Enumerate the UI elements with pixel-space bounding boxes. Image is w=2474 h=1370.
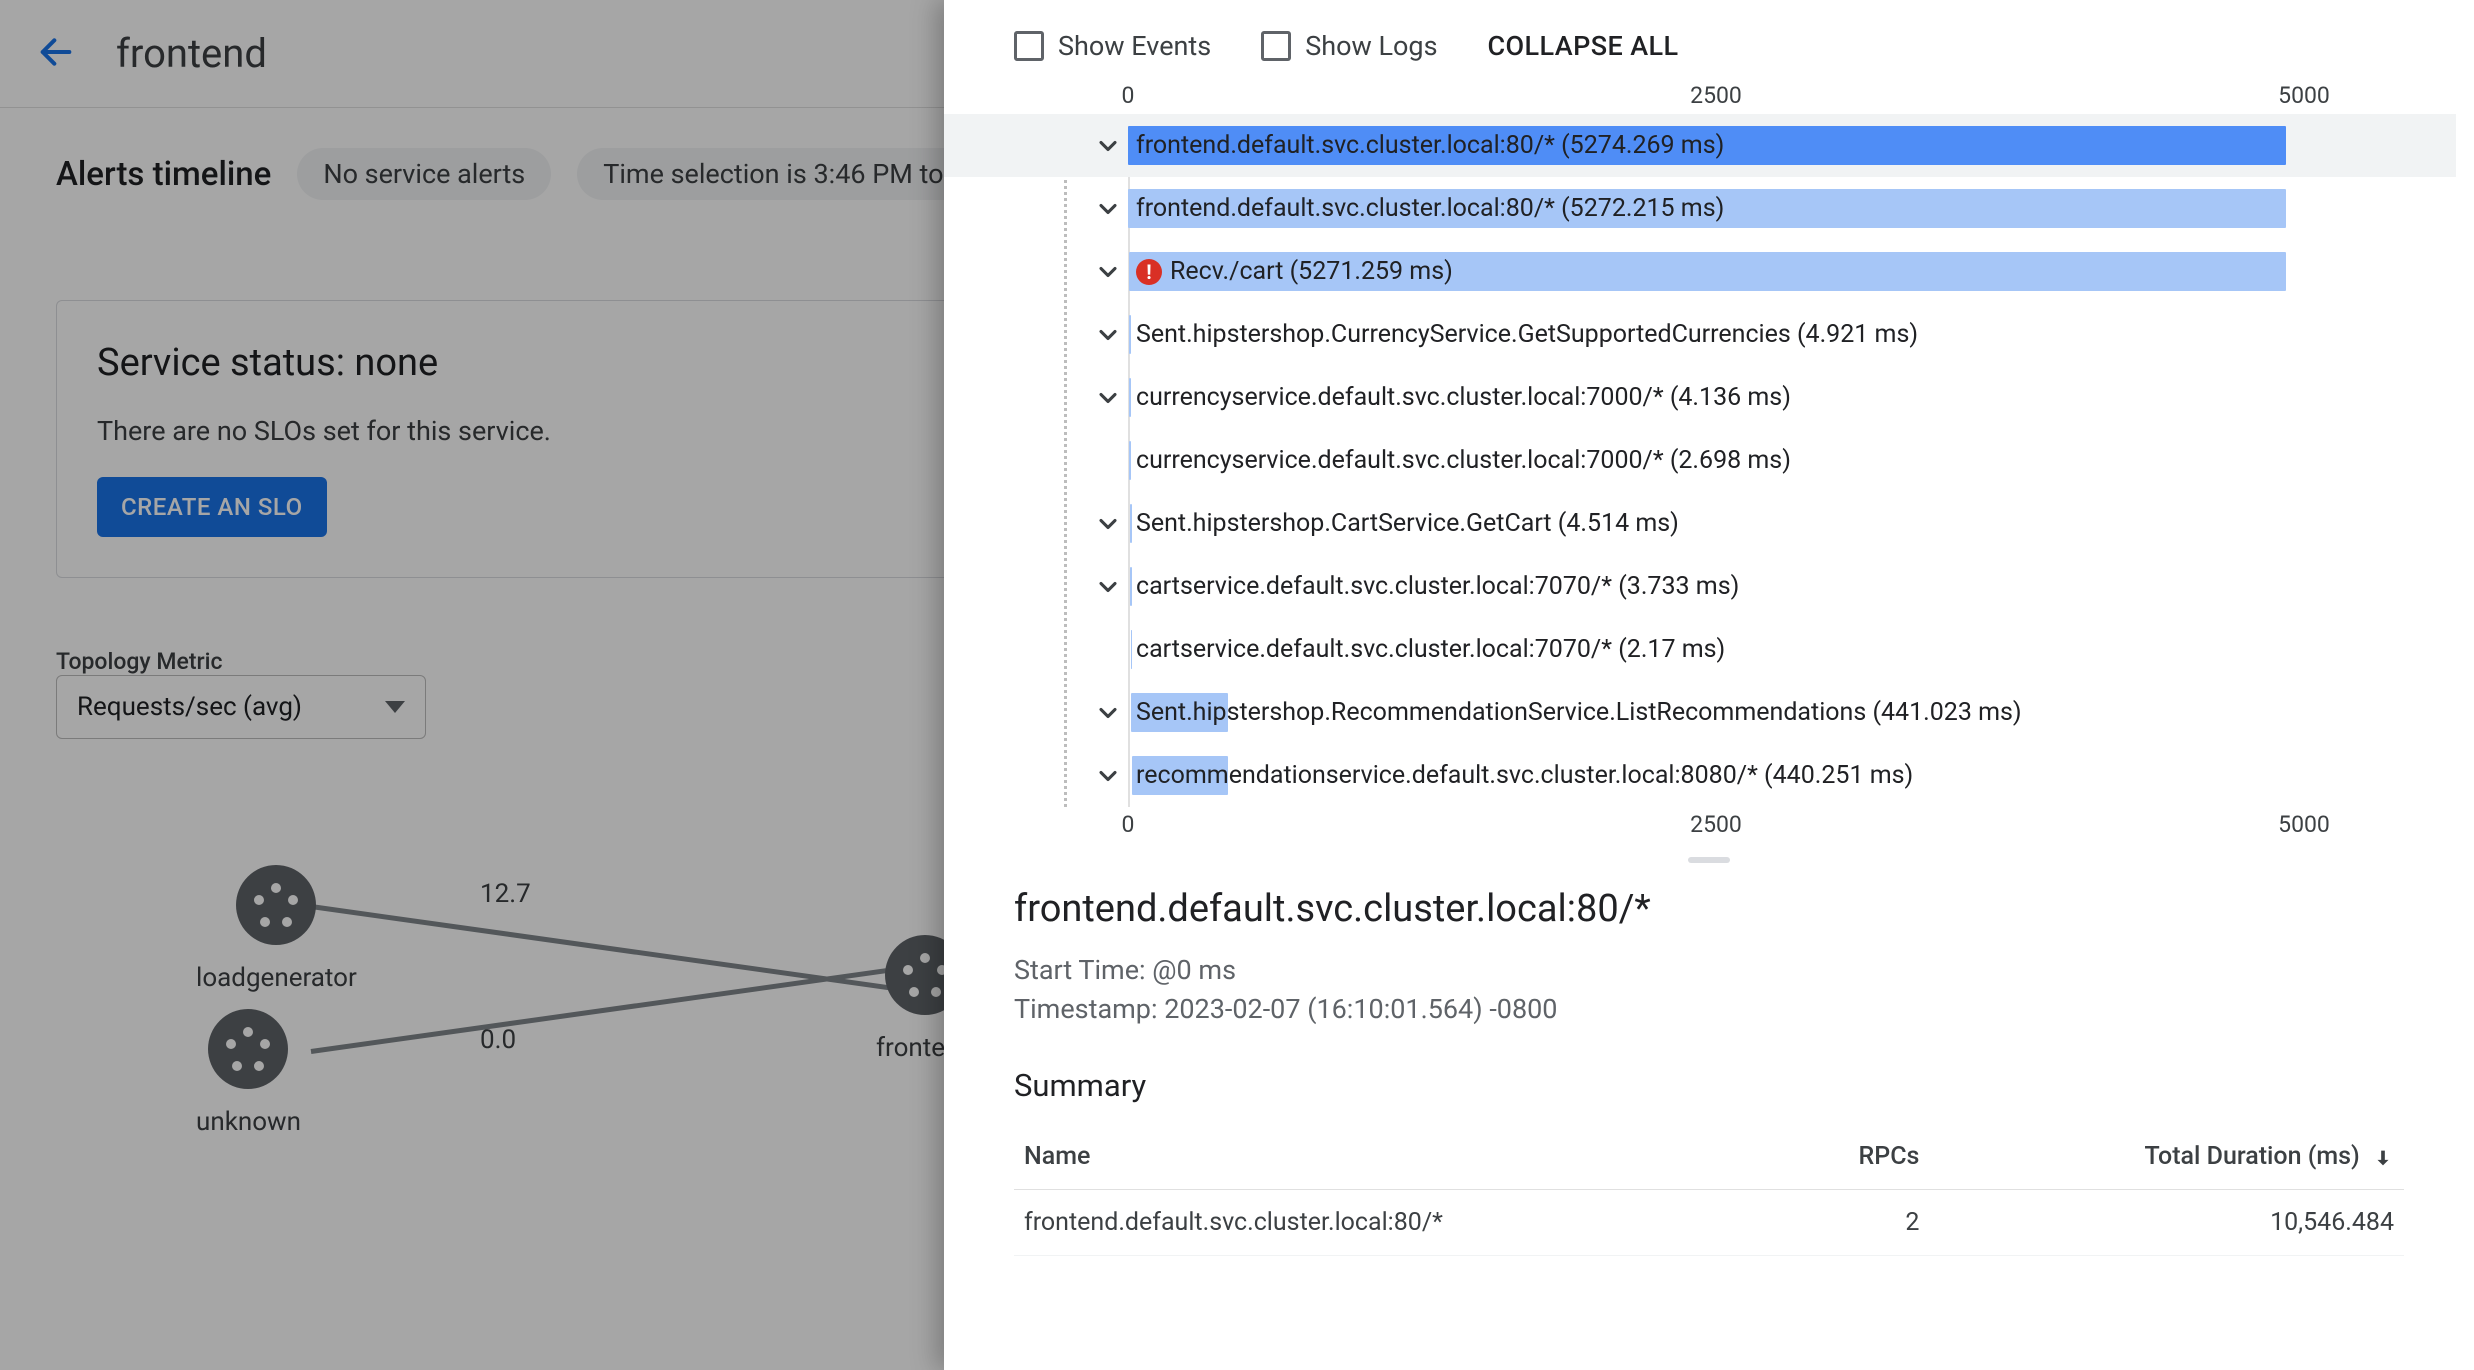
node-loadgenerator[interactable]: loadgenerator (196, 865, 357, 993)
span-bar[interactable] (1130, 567, 1132, 606)
span-label: cartservice.default.svc.cluster.local:70… (1136, 572, 2456, 601)
checkbox-box-icon (1014, 31, 1044, 61)
axis-tick: 0 (1122, 811, 1135, 838)
summary-table: Name RPCs Total Duration (ms) frontend.d… (1014, 1124, 2404, 1256)
edge-loadgenerator-frontend (311, 904, 926, 995)
axis-tick: 5000 (2278, 811, 2330, 838)
chevron-down-icon[interactable] (1094, 132, 1122, 160)
create-slo-button[interactable]: CREATE AN SLO (97, 477, 327, 537)
trace-panel-controls: Show Events Show Logs COLLAPSE ALL (944, 0, 2474, 82)
chevron-down-icon[interactable] (1094, 699, 1122, 727)
chevron-down-icon[interactable] (1094, 195, 1122, 223)
span-row[interactable]: cartservice.default.svc.cluster.local:70… (944, 618, 2456, 681)
span-row[interactable]: !Recv./cart (5271.259 ms) (944, 240, 2456, 303)
span-label: recommendationservice.default.svc.cluste… (1136, 761, 2456, 790)
topology-metric-select[interactable]: Requests/sec (avg) (56, 675, 426, 739)
chevron-down-icon[interactable] (1094, 573, 1122, 601)
edge-label-loadgenerator-frontend: 12.7 (476, 879, 535, 909)
summary-row[interactable]: frontend.default.svc.cluster.local:80/*2… (1014, 1190, 2404, 1256)
span-label: Sent.hipstershop.RecommendationService.L… (1136, 698, 2456, 727)
span-label: frontend.default.svc.cluster.local:80/* … (1136, 131, 2456, 160)
no-service-alerts-chip[interactable]: No service alerts (297, 148, 551, 200)
resize-handle[interactable] (944, 843, 2474, 877)
show-logs-checkbox[interactable]: Show Logs (1261, 30, 1437, 62)
summary-name: frontend.default.svc.cluster.local:80/* (1014, 1190, 1787, 1256)
chevron-down-icon[interactable] (1094, 510, 1122, 538)
span-row[interactable]: currencyservice.default.svc.cluster.loca… (944, 429, 2456, 492)
span-row[interactable]: frontend.default.svc.cluster.local:80/* … (944, 114, 2456, 177)
edge-label-unknown-frontend: 0.0 (476, 1025, 520, 1055)
span-row[interactable]: Sent.hipstershop.CurrencyService.GetSupp… (944, 303, 2456, 366)
waterfall-top-axis: 0 2500 5000 (1128, 82, 2304, 114)
back-arrow-icon[interactable] (36, 32, 76, 76)
show-events-checkbox[interactable]: Show Events (1014, 30, 1211, 62)
edge-unknown-frontend (311, 963, 926, 1054)
node-label-unknown: unknown (196, 1107, 301, 1137)
chevron-down-icon[interactable] (1094, 384, 1122, 412)
span-label: currencyservice.default.svc.cluster.loca… (1136, 446, 2456, 475)
span-label: frontend.default.svc.cluster.local:80/* … (1136, 194, 2456, 223)
col-total-duration-label: Total Duration (ms) (2145, 1142, 2360, 1171)
chevron-down-icon[interactable] (1094, 762, 1122, 790)
timestamp-label: Timestamp: (1014, 993, 1164, 1025)
span-label: cartservice.default.svc.cluster.local:70… (1136, 635, 2456, 664)
span-bar[interactable] (1129, 441, 1131, 480)
span-bar[interactable] (1130, 504, 1132, 543)
waterfall-bottom-axis: 0 2500 5000 (1128, 811, 2304, 843)
chevron-down-icon[interactable] (1094, 258, 1122, 286)
alerts-timeline-label: Alerts timeline (56, 155, 271, 194)
axis-tick: 2500 (1690, 82, 1742, 109)
timestamp-value: 2023-02-07 (16:10:01.564) -0800 (1164, 993, 1557, 1025)
span-row[interactable]: cartservice.default.svc.cluster.local:70… (944, 555, 2456, 618)
axis-tick: 5000 (2278, 82, 2330, 109)
summary-rpcs: 2 (1787, 1190, 1929, 1256)
span-label: Sent.hipstershop.CurrencyService.GetSupp… (1136, 320, 2456, 349)
node-label-loadgenerator: loadgenerator (196, 963, 357, 993)
show-events-label: Show Events (1058, 30, 1211, 62)
span-row[interactable]: frontend.default.svc.cluster.local:80/* … (944, 177, 2456, 240)
span-row[interactable]: currencyservice.default.svc.cluster.loca… (944, 366, 2456, 429)
span-bar[interactable] (1131, 630, 1133, 669)
span-bar[interactable] (1129, 378, 1131, 417)
start-time-label: Start Time: (1014, 954, 1152, 986)
topology-metric-value: Requests/sec (avg) (77, 692, 302, 722)
span-label: currencyservice.default.svc.cluster.loca… (1136, 383, 2456, 412)
waterfall-list: frontend.default.svc.cluster.local:80/* … (944, 114, 2474, 807)
summary-total: 10,546.484 (1929, 1190, 2404, 1256)
collapse-all-button[interactable]: COLLAPSE ALL (1488, 30, 1679, 62)
span-bar[interactable] (1129, 315, 1131, 354)
start-time-value: @0 ms (1152, 954, 1236, 986)
trace-details-panel: Show Events Show Logs COLLAPSE ALL 0 250… (944, 0, 2474, 1370)
span-details-title: frontend.default.svc.cluster.local:80/* (1014, 887, 2404, 931)
summary-header-row: Name RPCs Total Duration (ms) (1014, 1124, 2404, 1190)
span-meta: Start Time: @0 ms Timestamp: 2023-02-07 … (1014, 951, 2404, 1029)
span-label: Sent.hipstershop.CartService.GetCart (4.… (1136, 509, 2456, 538)
span-row[interactable]: Sent.hipstershop.RecommendationService.L… (944, 681, 2456, 744)
axis-tick: 2500 (1690, 811, 1742, 838)
summary-title: Summary (1014, 1067, 2404, 1104)
span-row[interactable]: recommendationservice.default.svc.cluste… (944, 744, 2456, 807)
chevron-down-icon[interactable] (1094, 321, 1122, 349)
error-icon: ! (1136, 259, 1162, 285)
page-title: frontend (116, 30, 267, 77)
sort-descending-icon (2366, 1142, 2394, 1171)
show-logs-label: Show Logs (1305, 30, 1437, 62)
col-name[interactable]: Name (1014, 1124, 1787, 1190)
checkbox-box-icon (1261, 31, 1291, 61)
span-row[interactable]: Sent.hipstershop.CartService.GetCart (4.… (944, 492, 2456, 555)
span-details: frontend.default.svc.cluster.local:80/* … (944, 877, 2474, 1296)
col-rpcs[interactable]: RPCs (1787, 1124, 1929, 1190)
span-label: !Recv./cart (5271.259 ms) (1136, 257, 2456, 286)
axis-tick: 0 (1122, 82, 1135, 109)
node-unknown[interactable]: unknown (196, 1009, 301, 1137)
caret-down-icon (385, 701, 405, 713)
col-total-duration[interactable]: Total Duration (ms) (1929, 1124, 2404, 1190)
